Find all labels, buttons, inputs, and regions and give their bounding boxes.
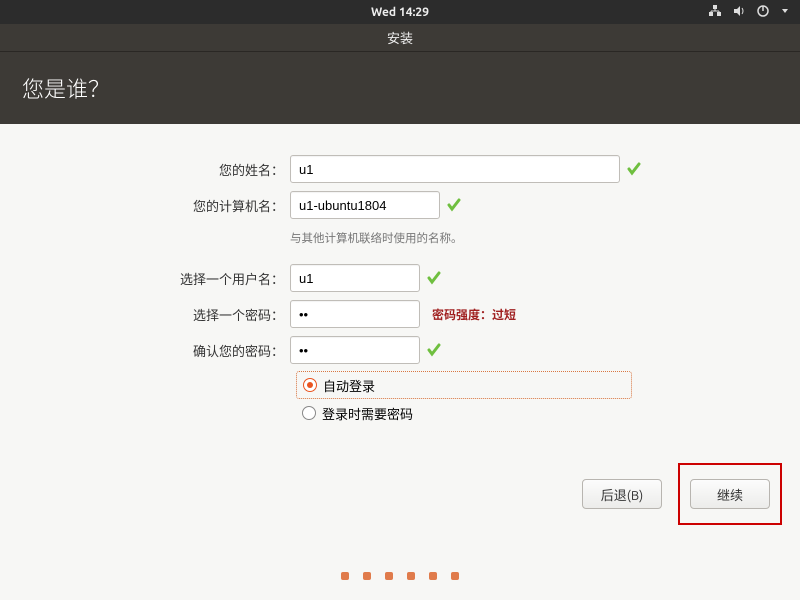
system-tray [708,4,790,21]
radio-auto-label: 自动登录 [323,376,375,395]
radio-manual-label: 登录时需要密码 [322,404,413,423]
power-icon[interactable] [756,4,770,21]
progress-dot [407,572,415,580]
footer-buttons: 后退(B) 继续 [582,463,782,525]
volume-icon[interactable] [732,4,746,21]
form-area: 您的姓名： 您的计算机名： 与其他计算机联络时使用的名称。 选择一个用户名： 选… [0,124,800,427]
password-label: 选择一个密码： [18,305,290,324]
check-icon [426,342,442,358]
check-icon [446,197,462,213]
continue-button[interactable]: 继续 [690,479,770,509]
radio-icon [302,406,316,420]
progress-dot [429,572,437,580]
radio-require-password[interactable]: 登录时需要密码 [296,399,632,427]
network-icon[interactable] [708,4,722,21]
progress-dot [363,572,371,580]
username-input[interactable] [290,264,420,292]
page-heading-band: 您是谁？ [0,52,800,124]
window-titlebar: 安装 [0,24,800,52]
hostname-label: 您的计算机名： [18,196,290,215]
chevron-down-icon[interactable] [780,6,790,19]
continue-highlight: 继续 [678,463,782,525]
hostname-helper: 与其他计算机联络时使用的名称。 [290,230,463,246]
name-input[interactable] [290,155,620,183]
password-input[interactable] [290,300,420,328]
system-topbar: Wed 14:29 [0,0,800,24]
back-button[interactable]: 后退(B) [582,479,662,509]
progress-dot [385,572,393,580]
progress-dots [341,572,459,580]
password-strength: 密码强度：过短 [432,306,516,323]
check-icon [426,270,442,286]
hostname-input[interactable] [290,191,440,219]
confirm-label: 确认您的密码： [18,341,290,360]
check-icon [626,161,642,177]
name-label: 您的姓名： [18,160,290,179]
radio-auto-login[interactable]: 自动登录 [296,371,632,399]
username-label: 选择一个用户名： [18,269,290,288]
page-title: 您是谁？ [22,72,110,104]
progress-dot [451,572,459,580]
progress-dot [341,572,349,580]
login-radio-group: 自动登录 登录时需要密码 [296,371,632,427]
clock: Wed 14:29 [371,6,429,19]
radio-icon [303,378,317,392]
window-title: 安装 [387,28,413,47]
confirm-input[interactable] [290,336,420,364]
